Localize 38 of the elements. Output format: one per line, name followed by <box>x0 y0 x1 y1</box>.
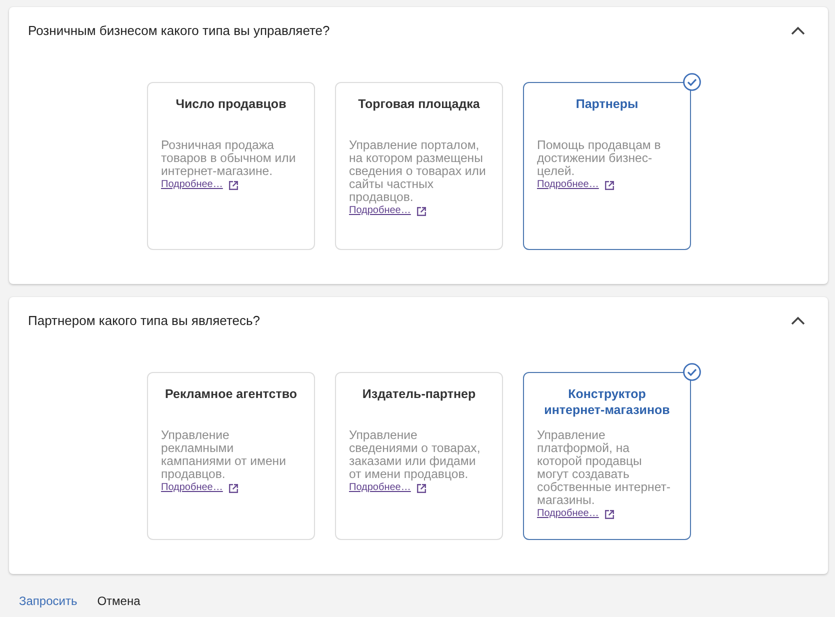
learn-more-link[interactable]: Подробнее… <box>537 508 599 520</box>
external-link-icon <box>604 510 614 518</box>
option-description: Розничная продажа товаров в обычном или интернет-магазине. <box>161 139 297 178</box>
learn-more-link[interactable]: Подробнее… <box>161 482 223 494</box>
option-title: Рекламное агентство <box>164 386 298 403</box>
external-link-icon <box>228 180 238 190</box>
external-link-icon <box>228 484 238 492</box>
option-description: Управление порталом, на котором размещены сведения о товарах или сайты частных продавцов. <box>349 139 487 204</box>
external-link-icon <box>416 206 426 216</box>
option-card[interactable]: Издатель-партнер Управление сведениями о товарах, заказами или фидами от имени продавцов. Подробнее… <box>335 372 503 540</box>
chevron-up-icon[interactable] <box>791 26 805 36</box>
option-card[interactable]: Конструктор интернет-магазинов Управление платформой, на которой продавцы могут создавать собственные интернет-магазины. Подробнее… <box>523 372 691 540</box>
option-title: Издатель-партнер <box>361 386 477 403</box>
option-card[interactable]: Торговая площадка Управление порталом, на котором размещены сведения о товарах или сайты частных продавцов. Подробнее… <box>335 82 503 250</box>
option-title: Конструктор интернет-магазинов <box>543 386 671 419</box>
option-card[interactable]: Рекламное агентство Управление рекламными кампаниями от имени продавцов. Подробнее… <box>147 372 315 540</box>
question-title: Розничным бизнесом какого типа вы управляете? <box>28 23 330 39</box>
checkmark-icon <box>683 73 701 91</box>
option-card[interactable]: Партнеры Помощь продавцам в достижении бизнес-целей. Подробнее… <box>523 82 691 250</box>
option-description: Помощь продавцам в достижении бизнес-целей. <box>537 139 662 178</box>
option-description: Управление сведениями о товарах, заказами или фидами от имени продавцов. <box>349 429 482 481</box>
option-title: Партнеры <box>574 96 640 113</box>
learn-more-link[interactable]: Подробнее… <box>161 179 223 191</box>
learn-more-link[interactable]: Подробнее… <box>349 482 411 494</box>
option-description: Управление платформой, на которой продавцы могут создавать собственные интернет-магазины. <box>537 429 672 507</box>
option-description: Управление рекламными кампаниями от имени продавцов. <box>161 429 287 481</box>
external-link-icon <box>604 180 614 190</box>
option-card[interactable]: Число продавцов Розничная продажа товаров в обычном или интернет-магазине. Подробнее… <box>147 82 315 250</box>
request-button[interactable]: Запросить <box>9 593 88 609</box>
checkmark-icon <box>683 363 701 381</box>
cancel-button[interactable]: Отмена <box>87 593 150 609</box>
question-title: Партнером какого типа вы являетесь? <box>28 313 260 329</box>
learn-more-link[interactable]: Подробнее… <box>349 205 411 217</box>
chevron-up-icon[interactable] <box>791 316 805 326</box>
option-title: Торговая площадка <box>357 96 481 113</box>
external-link-icon <box>416 484 426 492</box>
option-title: Число продавцов <box>174 96 288 113</box>
learn-more-link[interactable]: Подробнее… <box>537 179 599 191</box>
